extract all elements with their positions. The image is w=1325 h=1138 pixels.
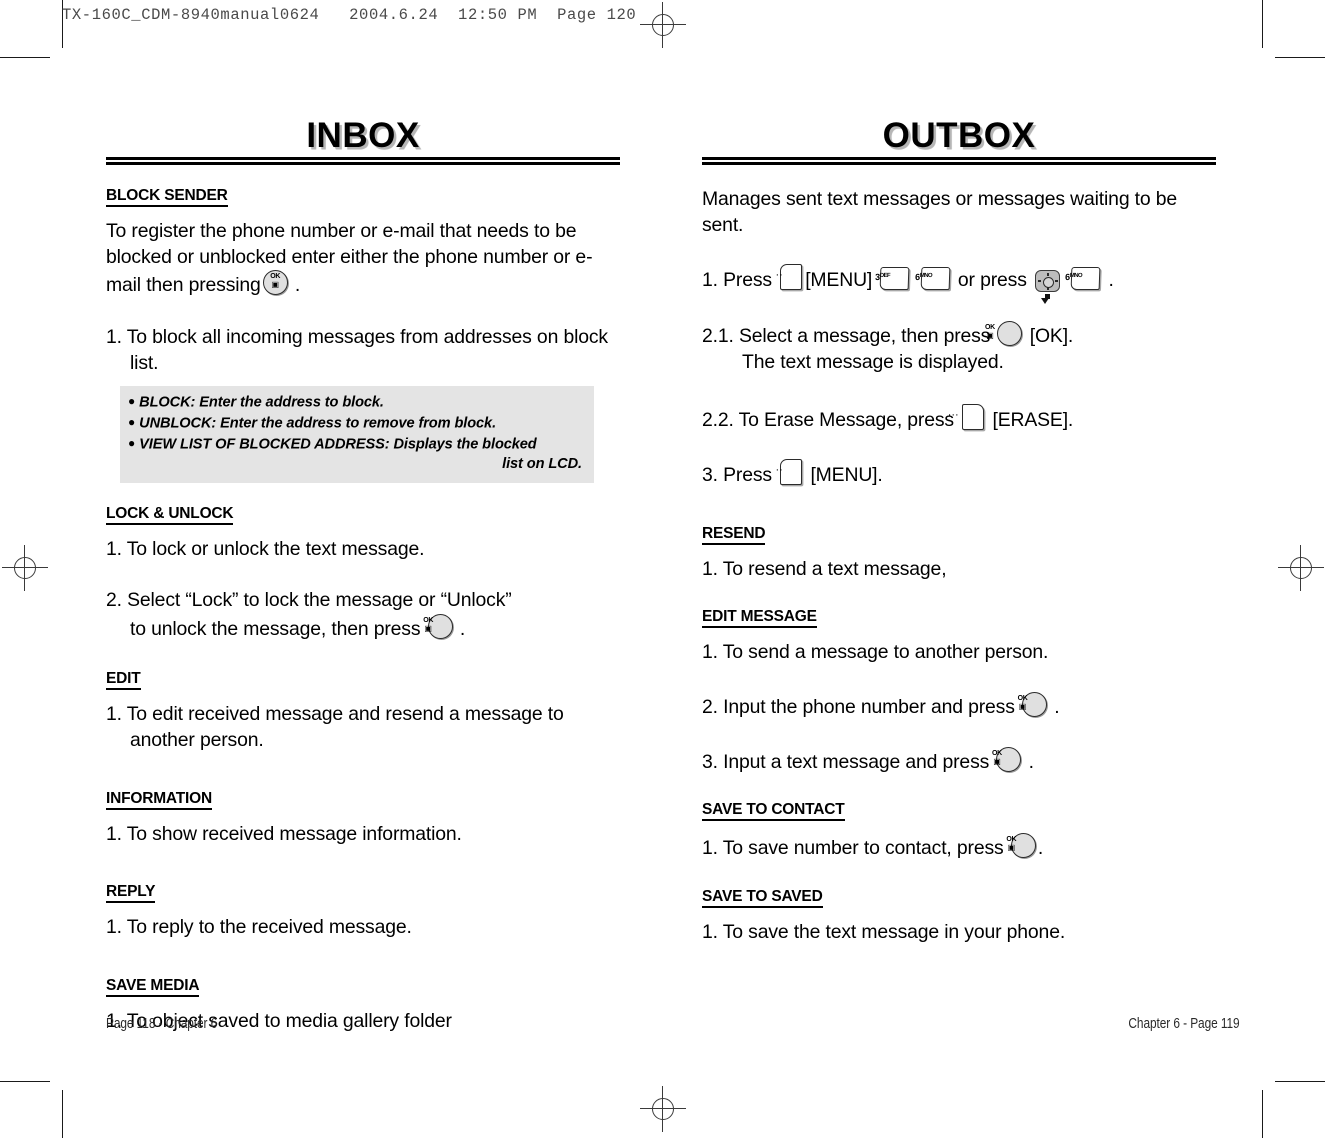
section-header-reply: REPLY xyxy=(106,883,620,904)
lock-unlock-step-2: 2. Select “Lock” to lock the message or … xyxy=(106,589,512,640)
scan-header-text: TX-160C_CDM-8940manual0624 2004.6.24 12:… xyxy=(62,6,637,24)
registration-mark-top-center xyxy=(640,2,686,48)
ok-key-icon: OK ▣ xyxy=(1018,691,1048,717)
lock-unlock-step-1: 1. To lock or unlock the text message. xyxy=(106,537,425,560)
right-soft-key-icon: ··· xyxy=(948,403,985,430)
outbox-intro: Manages sent text messages or messages w… xyxy=(702,188,1178,236)
lock-unlock-step-2-line1: 2. Select “Lock” to lock the message or … xyxy=(106,589,512,612)
registration-mark-left xyxy=(2,545,48,591)
heading-edit-message: EDIT MESSAGE xyxy=(702,608,817,629)
crop-mark-bottom-left-horizontal xyxy=(0,1081,50,1083)
outbox-step-2-2-text: 2.2. To Erase Message, press xyxy=(702,408,954,431)
outbox-step-2-1-text: 2.1. Select a message, then press xyxy=(702,325,991,348)
inbox-column: INBOX BLOCK SENDER To register the phone… xyxy=(106,118,620,1050)
section-header-information: INFORMATION xyxy=(106,790,620,810)
ok-key-icon: OK ▣ xyxy=(262,270,288,296)
heading-save-to-saved: SAVE TO SAVED xyxy=(702,888,823,908)
reply-step-1: 1. To reply to the received message. xyxy=(106,916,412,939)
crop-mark-bottom-right-horizontal xyxy=(1275,1081,1325,1083)
heading-edit: EDIT xyxy=(106,670,141,691)
edit-message-step-3: 3. Input a text message and press OK ▣ . xyxy=(702,746,1216,776)
number-key-3-icon: 3DEF xyxy=(875,267,910,291)
heading-lock-unlock: LOCK & UNLOCK xyxy=(106,505,234,525)
registration-mark-bottom-center xyxy=(640,1086,686,1132)
save-to-contact-step-1-text: 1. To save number to contact, press xyxy=(702,837,1004,860)
outbox-step-2-1-note: The text message is displayed. xyxy=(742,350,1004,373)
section-header-lock-unlock: LOCK & UNLOCK xyxy=(106,505,620,525)
crop-mark-bottom-left-vertical xyxy=(62,1090,64,1138)
save-to-saved-step-1: 1. To save the text message in your phon… xyxy=(702,920,1066,943)
number-key-6-icon: 6MNO xyxy=(915,267,951,291)
section-header-edit-message: EDIT MESSAGE xyxy=(702,608,1216,629)
crop-mark-top-left-horizontal xyxy=(0,57,50,59)
note-line-block: ● BLOCK: Enter the address to block. xyxy=(128,394,384,411)
bullet-icon: ● xyxy=(128,394,136,409)
note-line-view-list: ● VIEW LIST OF BLOCKED ADDRESS: Displays … xyxy=(128,436,537,453)
ok-key-icon: OK ▣ xyxy=(985,321,1023,347)
outbox-step-3: 3. Press ·· [MENU]. xyxy=(702,459,1216,489)
section-header-save-to-contact: SAVE TO CONTACT xyxy=(702,801,1216,822)
edit-message-step-2: 2. Input the phone number and press OK ▣ … xyxy=(702,691,1216,721)
outbox-column: OUTBOX Manages sent text messages or mes… xyxy=(702,118,1216,961)
section-header-block-sender: BLOCK SENDER xyxy=(106,187,620,208)
lock-unlock-step-2-line2: to unlock the message, then press xyxy=(130,617,421,640)
ok-key-icon: OK ▣ xyxy=(1006,833,1036,859)
heading-save-media: SAVE MEDIA xyxy=(106,977,200,997)
outbox-page-title: OUTBOX xyxy=(882,116,1036,155)
note-line-unblock: ● UNBLOCK: Enter the address to remove fr… xyxy=(128,415,497,432)
crop-mark-bottom-right-vertical xyxy=(1262,1090,1264,1138)
outbox-title-rule xyxy=(702,157,1216,166)
edit-step-1: 1. To edit received message and resend a… xyxy=(106,703,564,752)
left-soft-key-icon: ·· xyxy=(776,459,803,486)
outbox-step-2-2: 2.2. To Erase Message, press ··· [ERASE]… xyxy=(702,403,1216,434)
save-to-contact-step-1: 1. To save number to contact, press OK ▣. xyxy=(702,833,1216,862)
block-sender-step-1: 1. To block all incoming messages from a… xyxy=(106,325,608,374)
section-header-edit: EDIT xyxy=(106,670,620,691)
edit-message-step-1: 1. To send a message to another person. xyxy=(702,641,1049,664)
section-header-save-media: SAVE MEDIA xyxy=(106,977,620,997)
section-header-resend: RESEND xyxy=(702,525,1216,545)
edit-message-step-2-text: 2. Input the phone number and press xyxy=(702,695,1015,718)
ok-key-icon: OK ▣ xyxy=(992,746,1022,772)
heading-save-to-contact: SAVE TO CONTACT xyxy=(702,801,845,822)
edit-message-step-3-text: 3. Input a text message and press xyxy=(702,750,990,773)
heading-resend: RESEND xyxy=(702,525,766,545)
left-soft-key-icon: ·· xyxy=(776,264,803,291)
outbox-step-1-prefix: 1. Press xyxy=(702,269,772,292)
resend-step-1: 1. To resend a text message, xyxy=(702,557,947,580)
outbox-step-2-1: 2.1. Select a message, then press OK ▣ [O… xyxy=(702,321,1216,375)
bullet-icon: ● xyxy=(128,436,136,451)
crop-mark-top-right-vertical xyxy=(1262,0,1264,48)
navigation-pad-down-icon xyxy=(1035,270,1061,305)
footer-right: Chapter 6 - Page 119 xyxy=(1128,1016,1240,1032)
block-sender-description: To register the phone number or e-mail t… xyxy=(106,220,593,297)
outbox-step-3-menu-label: [MENU]. xyxy=(810,464,883,487)
outbox-step-1-or-press: or press xyxy=(957,269,1027,292)
registration-mark-right xyxy=(1278,545,1324,591)
outbox-step-2-1-ok-label: [OK]. xyxy=(1029,325,1074,348)
heading-reply: REPLY xyxy=(106,883,155,904)
ok-key-icon: OK ▣ xyxy=(423,613,453,639)
heading-information: INFORMATION xyxy=(106,790,212,810)
block-sender-note-box: ● BLOCK: Enter the address to block. ● UNB… xyxy=(120,386,594,483)
outbox-step-3-text: 3. Press xyxy=(702,464,772,487)
crop-mark-top-right-horizontal xyxy=(1275,57,1325,59)
number-key-6-icon: 6MNO xyxy=(1065,267,1101,291)
bullet-icon: ● xyxy=(128,415,136,430)
outbox-step-2-2-erase-label: [ERASE]. xyxy=(992,408,1074,431)
heading-block-sender: BLOCK SENDER xyxy=(106,187,228,208)
note-line-view-list-cont: list on LCD. xyxy=(502,456,582,473)
outbox-step-1-menu-label: [MENU] xyxy=(805,269,873,292)
footer-left: Page 118 - Chapter 6 xyxy=(106,1016,218,1032)
information-step-1: 1. To show received message information. xyxy=(106,822,462,845)
outbox-step-1: 1. Press ·· [MENU] 3DEF 6MNO or press 6MN… xyxy=(702,264,1216,305)
inbox-title-rule xyxy=(106,157,620,166)
block-sender-description-text: To register the phone number or e-mail t… xyxy=(106,220,593,297)
inbox-page-title: INBOX xyxy=(306,116,420,155)
section-header-save-to-saved: SAVE TO SAVED xyxy=(702,888,1216,908)
